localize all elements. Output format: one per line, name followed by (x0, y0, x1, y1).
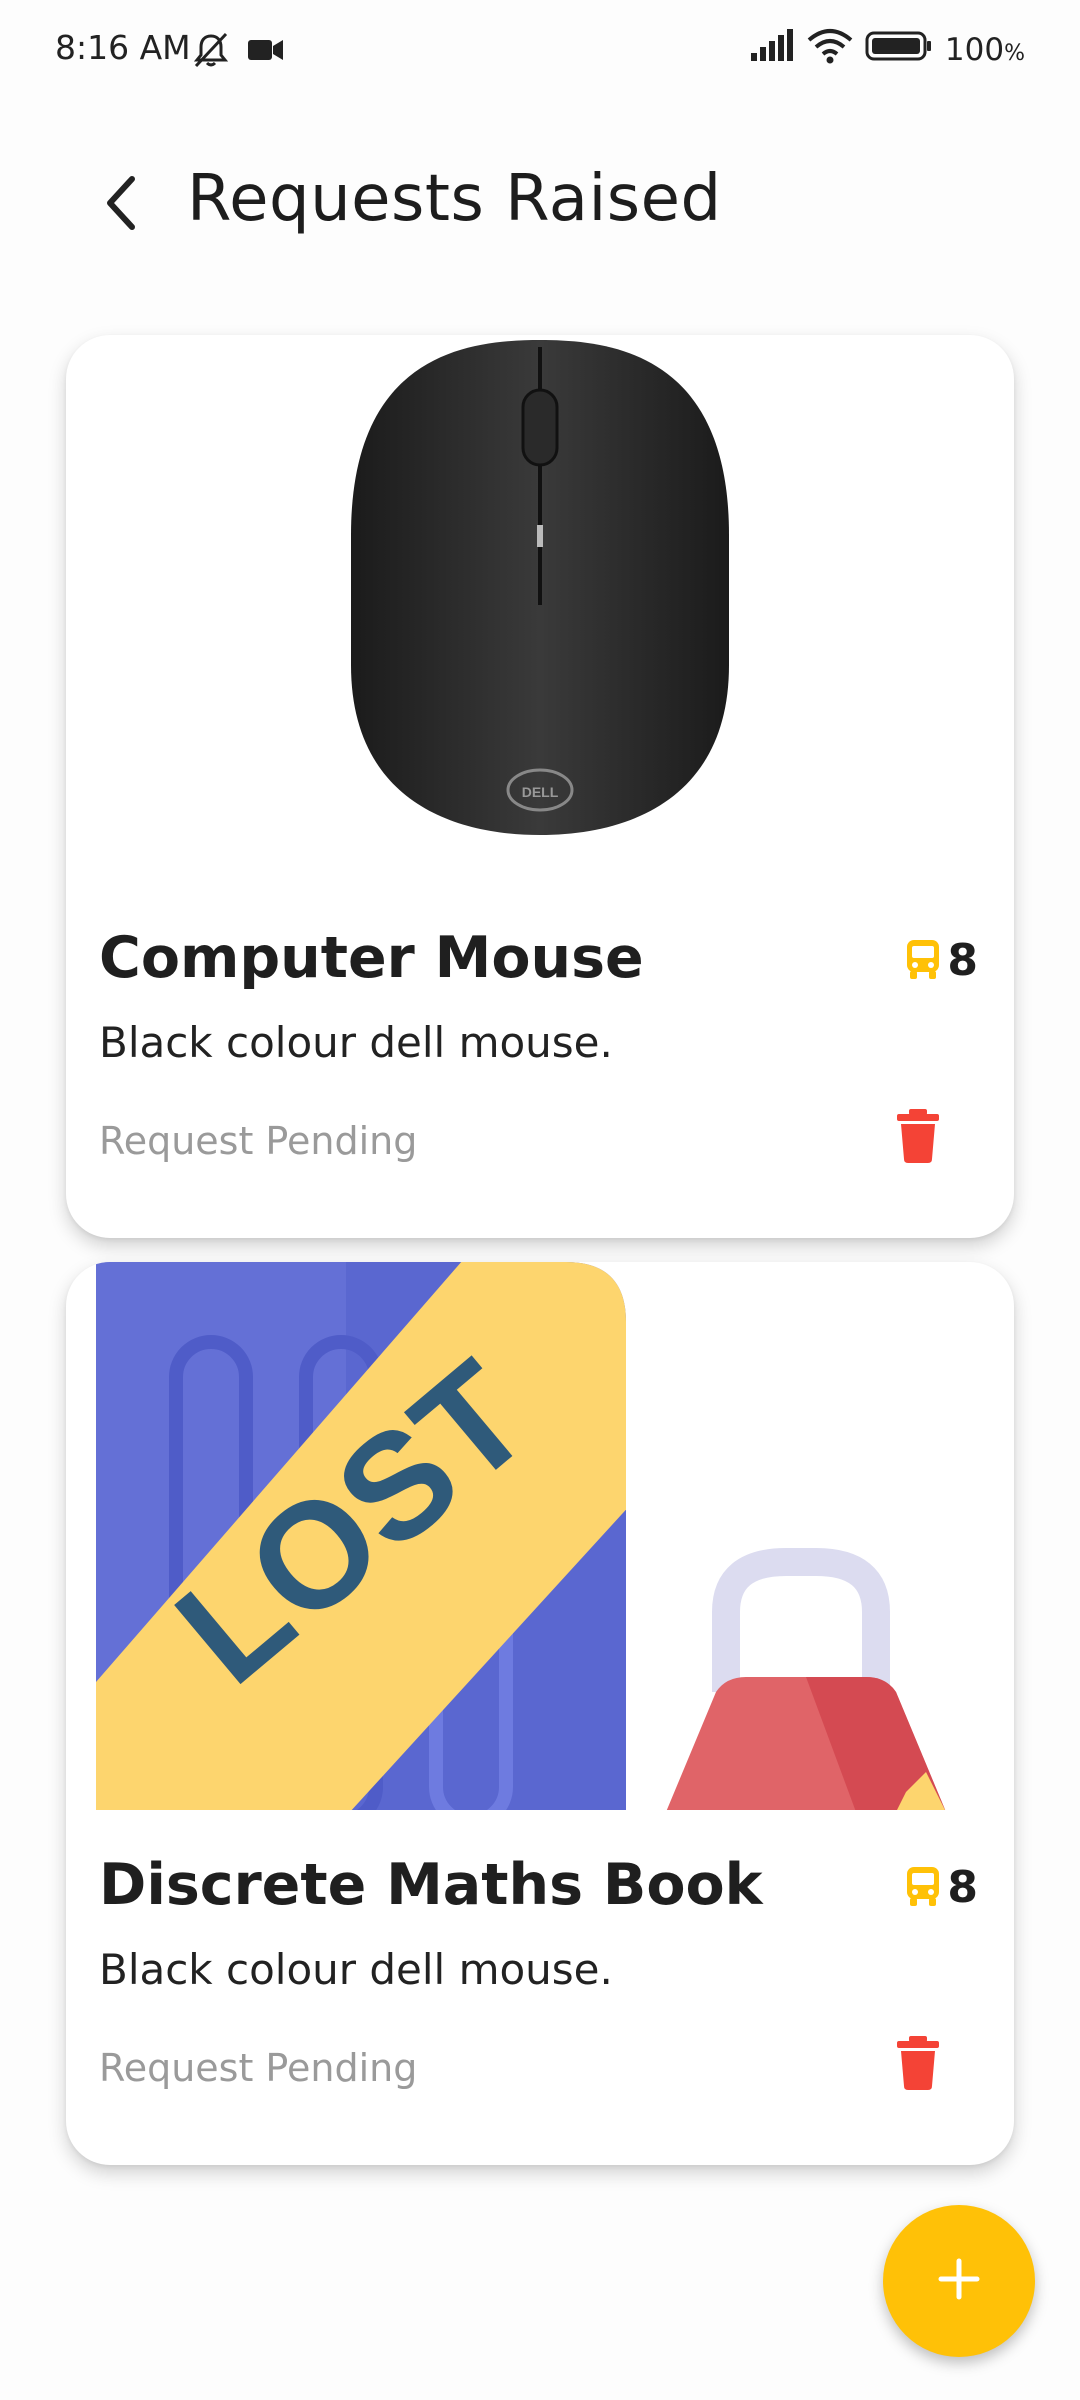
back-button[interactable] (90, 170, 150, 240)
battery-icon (865, 30, 933, 70)
add-request-button[interactable] (883, 2205, 1035, 2357)
seat-count: 8 (905, 1862, 978, 1913)
plus-icon (935, 2255, 983, 2307)
bus-icon (905, 1865, 941, 1911)
card-title: Computer Mouse (99, 925, 644, 991)
seat-count-value: 8 (947, 935, 978, 986)
video-camera-icon (246, 34, 286, 70)
delete-button[interactable] (894, 2034, 942, 2096)
status-bar: 8:16 AM 100% (0, 0, 1080, 100)
seat-count: 8 (905, 935, 978, 986)
request-card[interactable]: LOST Discrete Maths Book 8 Black colour … (66, 1262, 1014, 2165)
computer-mouse-image: DELL (66, 335, 1014, 885)
signal-icon (749, 29, 795, 71)
lost-item-image: LOST (66, 1262, 1014, 1812)
delete-button[interactable] (894, 1107, 942, 1169)
app-bar: Requests Raised (0, 150, 1080, 260)
request-status: Request Pending (99, 2046, 418, 2090)
trash-icon (897, 2036, 939, 2094)
card-description: Black colour dell mouse. (99, 1945, 613, 1994)
mute-bell-icon (190, 30, 232, 74)
back-arrow-icon (100, 173, 140, 237)
card-description: Black colour dell mouse. (99, 1018, 613, 1067)
seat-count-value: 8 (947, 1862, 978, 1913)
trash-icon (897, 1109, 939, 1167)
wifi-icon (807, 28, 853, 72)
status-right: 100% (749, 28, 1025, 72)
request-status: Request Pending (99, 1119, 418, 1163)
mouse-brand-label: DELL (522, 784, 559, 800)
card-title: Discrete Maths Book (99, 1852, 763, 1918)
status-left-icons (190, 30, 286, 74)
battery-level: 100% (944, 32, 1025, 68)
page-title: Requests Raised (187, 162, 722, 236)
status-time: 8:16 AM (55, 28, 191, 67)
request-card[interactable]: DELL Computer Mouse 8 Black colour dell … (66, 335, 1014, 1238)
bus-icon (905, 938, 941, 984)
